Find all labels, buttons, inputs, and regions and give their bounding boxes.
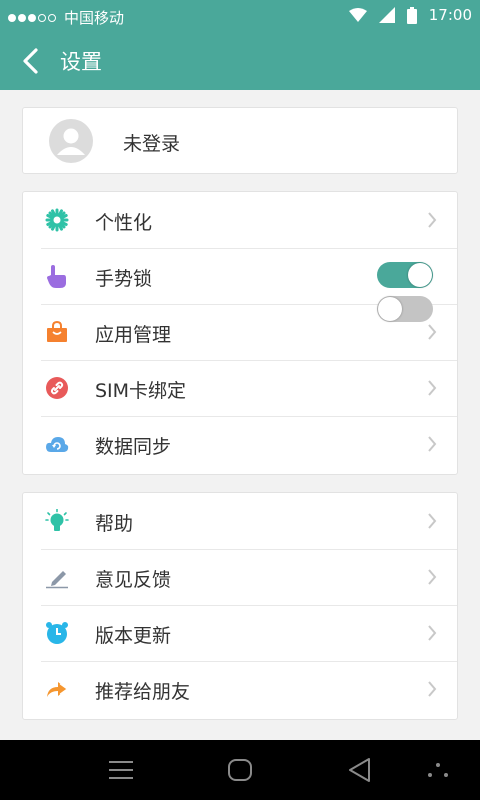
row-label: 版本更新 xyxy=(95,625,172,647)
carrier-name: 中国移动 xyxy=(64,9,125,27)
wifi-icon xyxy=(348,8,367,22)
settings-group-1: 个性化 手势锁 应用管理 SIM卡绑定 数据同步 xyxy=(22,191,458,475)
system-nav-bar xyxy=(0,740,480,800)
row-sim-binding[interactable]: SIM卡绑定 xyxy=(23,360,457,416)
menu-icon[interactable] xyxy=(108,760,134,780)
back-triangle-icon[interactable] xyxy=(347,757,371,783)
gesture-lock-toggle[interactable] xyxy=(377,262,433,288)
back-arrow-icon[interactable] xyxy=(20,48,42,74)
app-bar: 设置 xyxy=(0,32,480,90)
status-bar: 中国移动 17:00 xyxy=(0,0,480,32)
profile-card[interactable]: 未登录 xyxy=(22,107,458,174)
row-label: 意见反馈 xyxy=(95,569,172,591)
row-version-update[interactable]: 版本更新 xyxy=(23,605,457,661)
chevron-right-icon xyxy=(428,436,437,452)
chevron-right-icon xyxy=(428,625,437,641)
cell-signal-icon xyxy=(378,7,395,23)
sparkle-icon xyxy=(45,208,69,232)
signal-dots-icon xyxy=(8,13,56,22)
lightbulb-icon xyxy=(45,509,69,531)
user-avatar-icon xyxy=(57,128,85,155)
row-help[interactable]: 帮助 xyxy=(23,493,457,549)
clock: 17:00 xyxy=(428,6,472,24)
chevron-right-icon xyxy=(428,569,437,585)
pencil-icon xyxy=(46,571,68,589)
status-icons: 17:00 xyxy=(348,6,472,24)
row-label: 手势锁 xyxy=(95,268,153,290)
chevron-right-icon xyxy=(428,212,437,228)
share-forward-icon xyxy=(47,682,68,697)
row-recommend[interactable]: 推荐给朋友 xyxy=(23,661,457,717)
more-dots-icon[interactable] xyxy=(427,762,449,778)
cloud-sync-icon xyxy=(46,437,69,452)
chevron-right-icon xyxy=(428,513,437,529)
chevron-right-icon xyxy=(428,324,437,340)
row-label: 数据同步 xyxy=(95,436,172,458)
hand-pointer-icon xyxy=(47,265,66,288)
toggle-switch-off[interactable] xyxy=(377,296,433,322)
row-label: 应用管理 xyxy=(95,324,172,346)
row-label: SIM卡绑定 xyxy=(95,380,187,402)
row-label: 个性化 xyxy=(95,212,153,234)
row-label: 推荐给朋友 xyxy=(95,681,191,703)
avatar[interactable] xyxy=(49,119,93,163)
link-icon xyxy=(46,377,68,399)
chevron-right-icon xyxy=(428,380,437,396)
shopping-bag-icon xyxy=(47,320,67,342)
battery-icon xyxy=(406,6,417,24)
home-icon[interactable] xyxy=(227,758,253,782)
row-label: 帮助 xyxy=(95,513,134,535)
chevron-right-icon xyxy=(428,681,437,697)
page-title: 设置 xyxy=(60,50,102,74)
row-personalize[interactable]: 个性化 xyxy=(23,192,457,248)
alarm-clock-icon xyxy=(46,622,68,644)
row-data-sync[interactable]: 数据同步 xyxy=(23,416,457,472)
settings-group-2: 帮助 意见反馈 版本更新 推荐给朋友 xyxy=(22,492,458,720)
login-status: 未登录 xyxy=(123,133,181,155)
row-feedback[interactable]: 意见反馈 xyxy=(23,549,457,605)
carrier-info: 中国移动 xyxy=(8,7,124,28)
